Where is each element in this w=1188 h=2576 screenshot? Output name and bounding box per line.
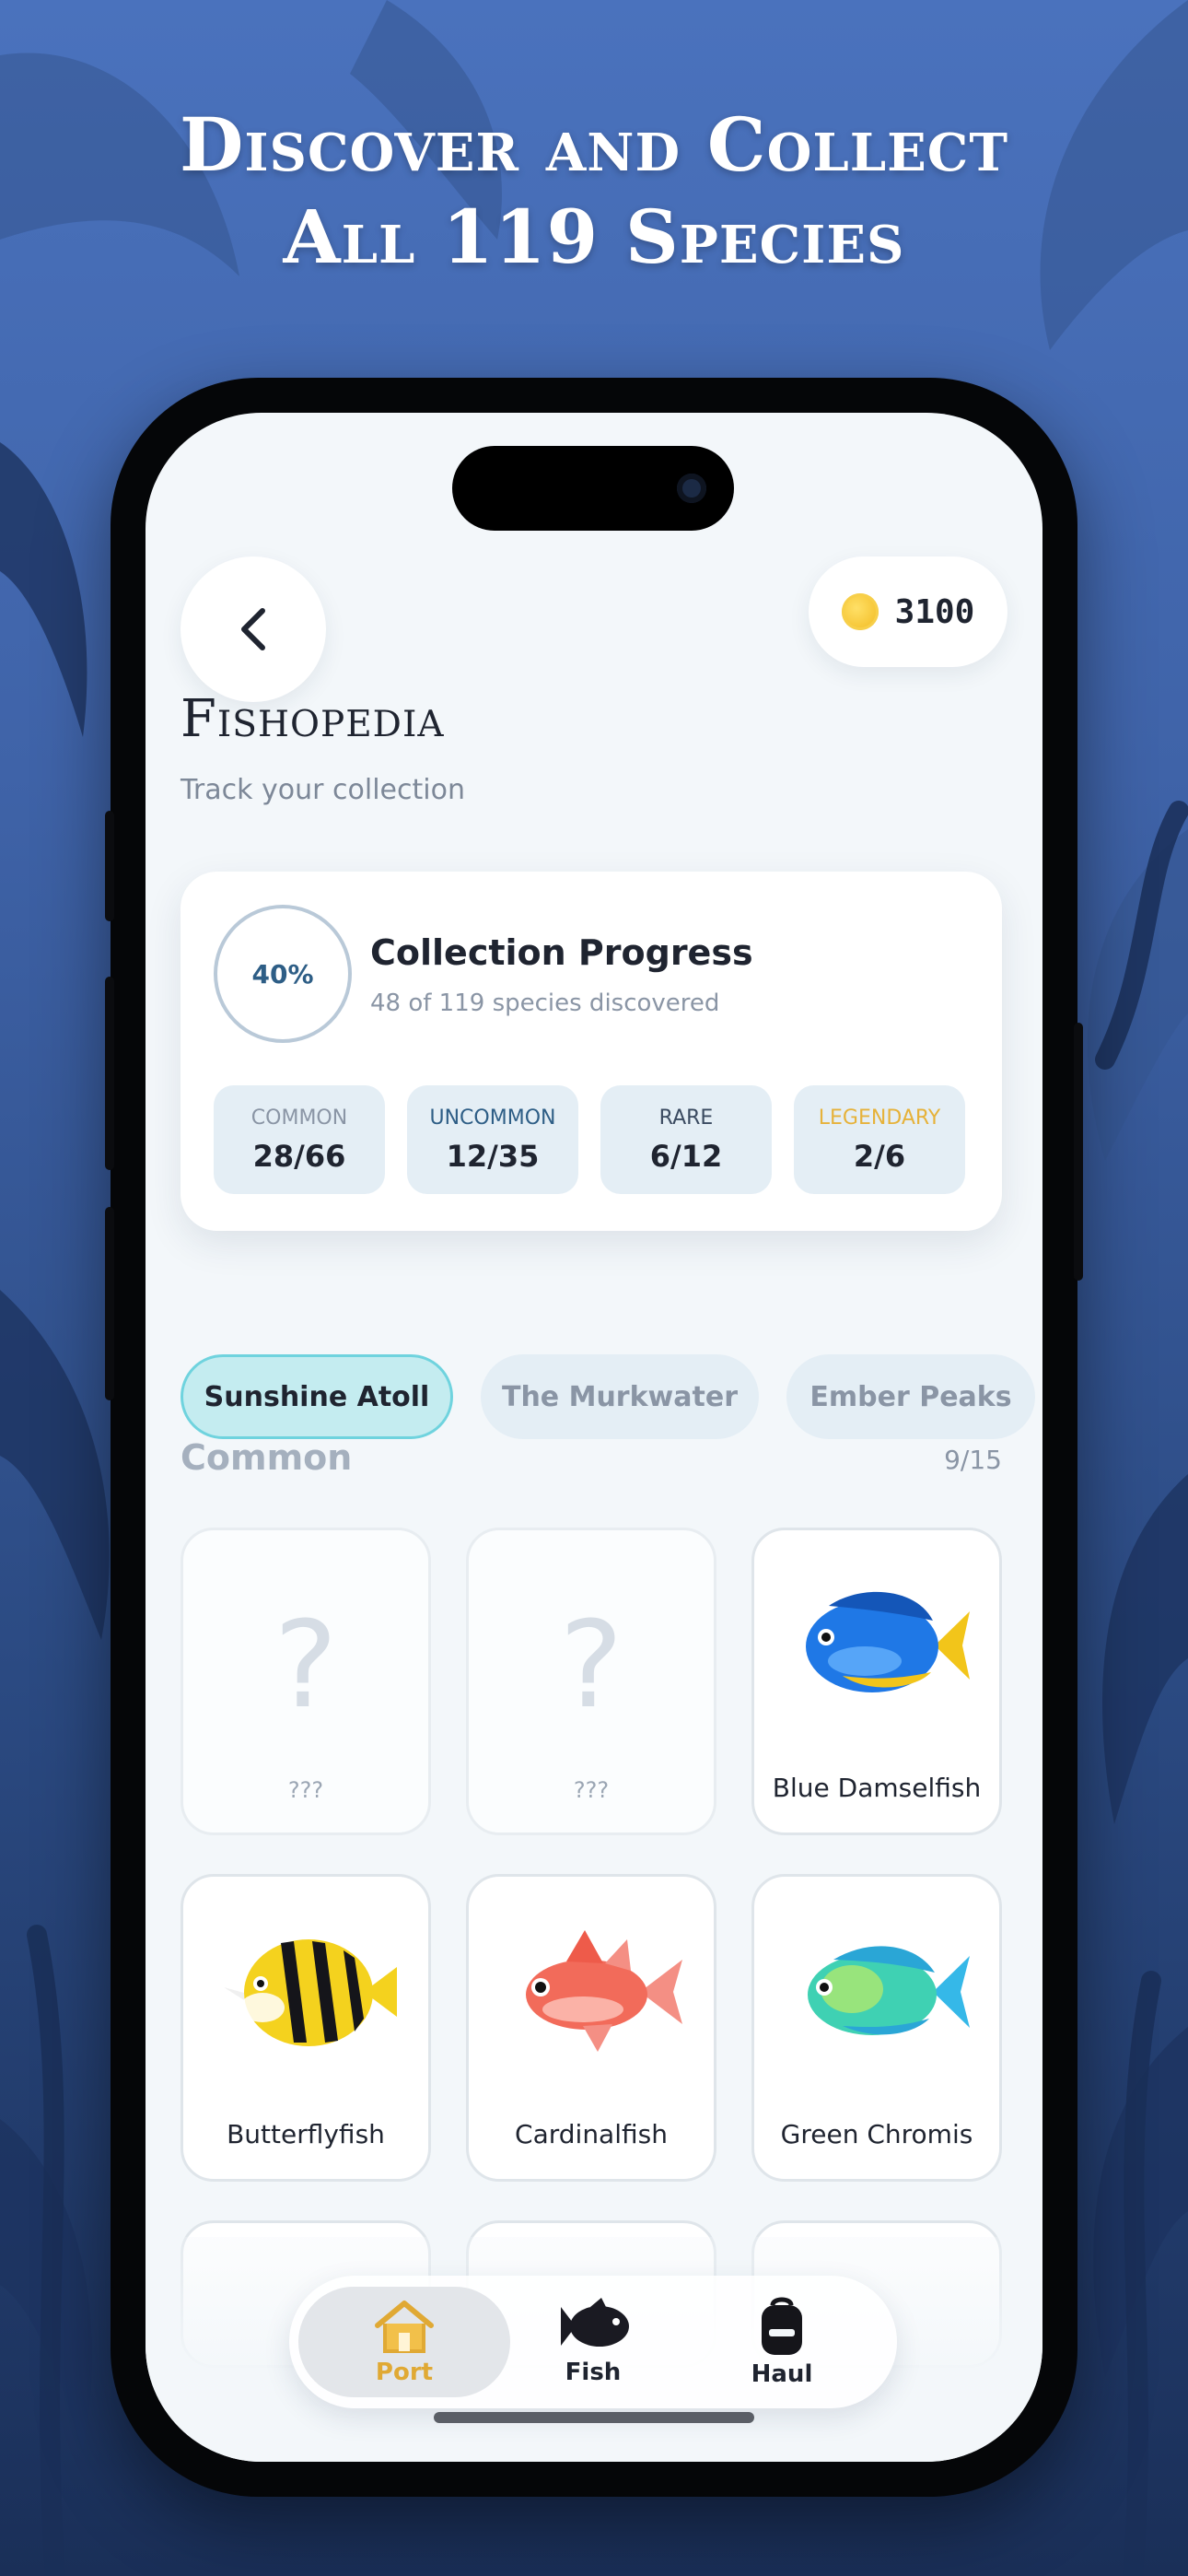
nav-label: Haul	[751, 2360, 813, 2388]
fish-card-locked[interactable]: ? ???	[181, 1528, 431, 1835]
progress-title: Collection Progress	[370, 932, 753, 973]
nav-haul[interactable]: Haul	[676, 2287, 888, 2397]
home-indicator	[434, 2412, 754, 2423]
fish-card-cardinalfish[interactable]: Cardinalfish	[466, 1874, 716, 2182]
rarity-rare: RARE 6/12	[600, 1085, 772, 1194]
question-mark-icon: ?	[274, 1595, 338, 1735]
rarity-label: LEGENDARY	[818, 1106, 941, 1130]
rarity-common: COMMON 28/66	[214, 1085, 385, 1194]
rarity-label: COMMON	[250, 1106, 348, 1130]
rarity-stats: COMMON 28/66 UNCOMMON 12/35 RARE 6/12 LE…	[214, 1085, 965, 1194]
rarity-value: 6/12	[649, 1138, 723, 1174]
page-title: Fishopedia	[181, 689, 445, 749]
collection-progress-card: 40% Collection Progress 48 of 119 specie…	[181, 872, 1002, 1231]
tab-the-murkwater[interactable]: The Murkwater	[481, 1354, 759, 1439]
headline-line-1: Discover and Collect	[179, 101, 1009, 188]
fish-name: Blue Damselfish	[772, 1773, 982, 1803]
region-tabs: Sunshine Atoll The Murkwater Ember Peaks	[181, 1354, 1035, 1439]
page-subtitle: Track your collection	[181, 774, 465, 806]
progress-ring: 40%	[214, 905, 352, 1043]
tab-sunshine-atoll[interactable]: Sunshine Atoll	[181, 1354, 453, 1439]
rarity-value: 2/6	[853, 1138, 906, 1174]
camera-icon	[677, 474, 706, 503]
fish-card-blue-damselfish[interactable]: Blue Damselfish	[751, 1528, 1002, 1835]
progress-percent: 40%	[251, 958, 314, 989]
rarity-uncommon: UNCOMMON 12/35	[407, 1085, 578, 1194]
app-screen: 3100 Fishopedia Track your collection 40…	[146, 413, 1042, 2462]
butterflyfish-icon	[224, 1939, 397, 2046]
fish-name: Butterflyfish	[227, 2119, 385, 2149]
phone-frame: 3100 Fishopedia Track your collection 40…	[105, 378, 1083, 2497]
section-count: 9/15	[944, 1445, 1002, 1475]
fish-name: Cardinalfish	[515, 2119, 668, 2149]
nav-port[interactable]: Port	[298, 2287, 510, 2397]
back-button[interactable]	[181, 556, 326, 702]
fish-name: ???	[573, 1777, 610, 1803]
nav-fish[interactable]: Fish	[487, 2287, 699, 2397]
tab-ember-peaks[interactable]: Ember Peaks	[786, 1354, 1035, 1439]
cardinalfish-icon	[526, 1930, 682, 2052]
question-mark-icon: ?	[559, 1595, 623, 1735]
blue-damselfish-icon	[806, 1591, 970, 1692]
backpack-icon	[762, 2297, 802, 2355]
phone-side-button	[105, 977, 114, 1170]
coin-icon	[841, 593, 879, 630]
coin-balance[interactable]: 3100	[809, 556, 1007, 667]
fish-name: Green Chromis	[780, 2119, 973, 2149]
fish-card-locked[interactable]: ? ???	[466, 1528, 716, 1835]
phone-side-button	[1074, 1023, 1083, 1281]
phone-side-button	[105, 1207, 114, 1400]
headline-line-2: All 119 Species	[283, 193, 905, 280]
rarity-value: 28/66	[252, 1138, 346, 1174]
rarity-label: UNCOMMON	[429, 1106, 556, 1130]
rarity-value: 12/35	[446, 1138, 540, 1174]
section-title: Common	[181, 1437, 353, 1478]
bottom-nav: Port Fish Haul	[289, 2276, 897, 2408]
fish-card-butterflyfish[interactable]: Butterflyfish	[181, 1874, 431, 2182]
progress-subtitle: 48 of 119 species discovered	[370, 989, 720, 1017]
nav-label: Fish	[565, 2359, 622, 2386]
fish-icon	[561, 2298, 629, 2347]
coin-count: 3100	[894, 592, 975, 631]
fish-name: ???	[287, 1777, 324, 1803]
dynamic-island	[452, 446, 734, 531]
nav-label: Port	[375, 2359, 434, 2386]
rarity-legendary: LEGENDARY 2/6	[794, 1085, 965, 1194]
phone-side-button	[105, 811, 114, 921]
fish-card-green-chromis[interactable]: Green Chromis	[751, 1874, 1002, 2182]
green-chromis-icon	[808, 1946, 970, 2035]
chevron-left-icon	[241, 608, 265, 650]
house-icon	[375, 2301, 434, 2353]
rarity-label: RARE	[658, 1106, 714, 1130]
